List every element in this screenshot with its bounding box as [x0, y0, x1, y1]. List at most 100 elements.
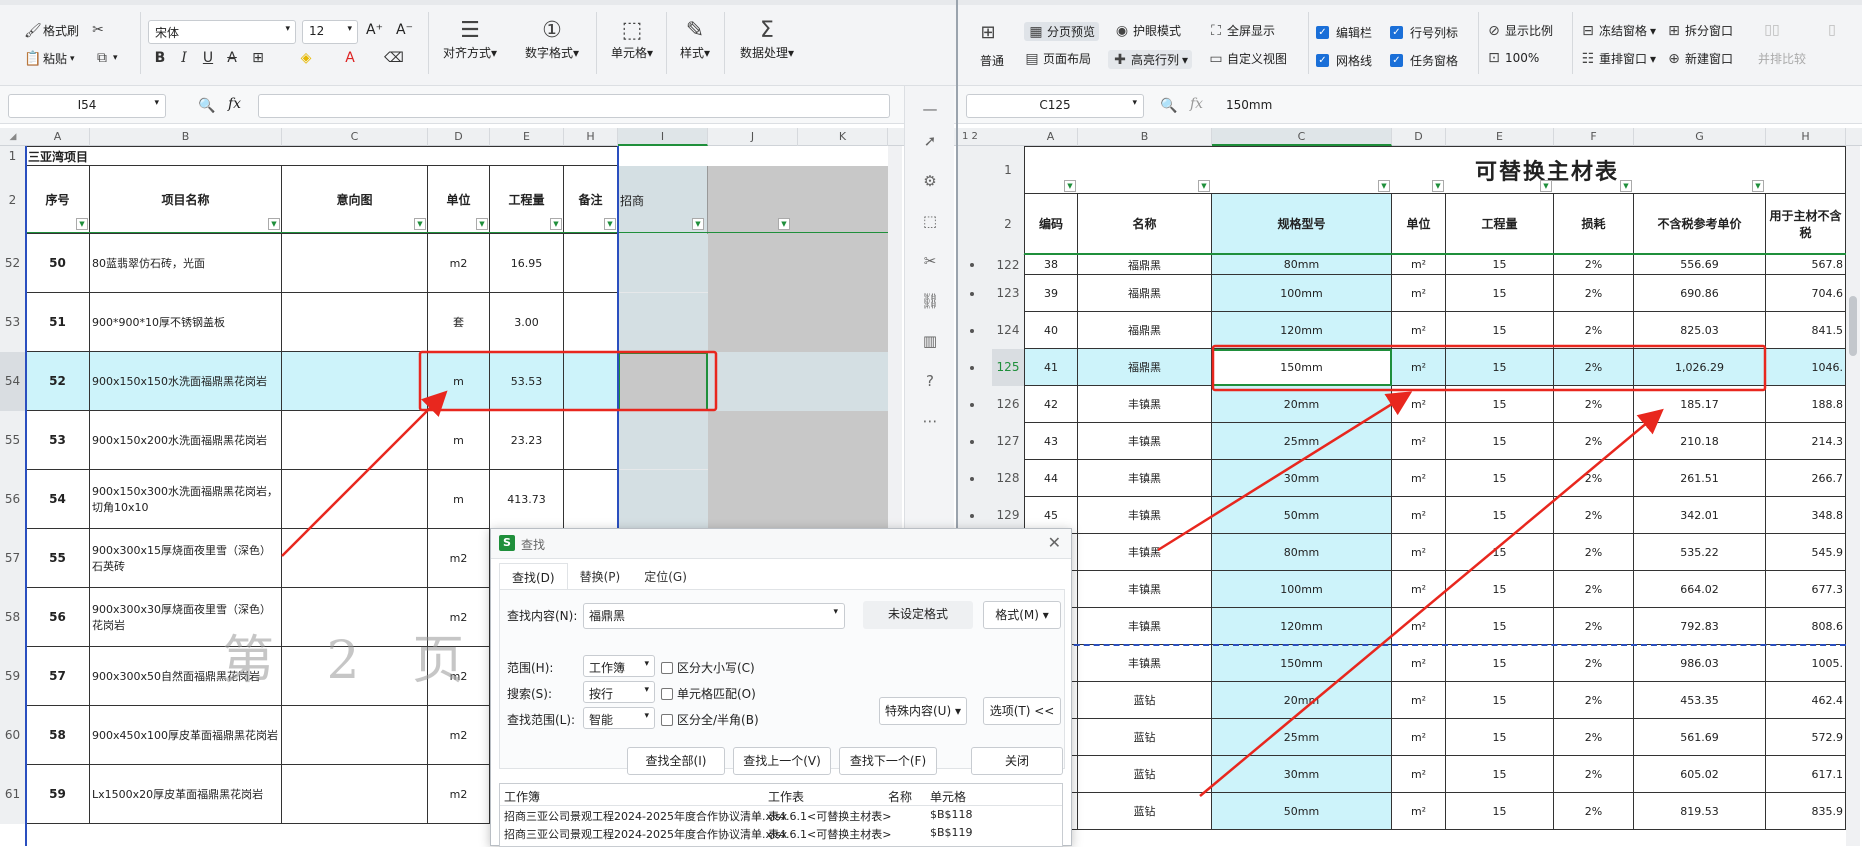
column-header[interactable]: B [90, 128, 282, 146]
cell-spec[interactable]: 120mm [1212, 312, 1392, 349]
filter-dropdown-icon[interactable]: ▼ [1620, 180, 1632, 192]
rearrange-button[interactable]: ☷ 重排窗口 ▾ [1580, 50, 1656, 67]
number-format-button[interactable]: ① 数字格式▾ [516, 18, 588, 61]
fullscreen-button[interactable]: ⛶ 全屏显示 [1208, 22, 1275, 39]
column-header[interactable]: A [1024, 128, 1078, 146]
filter-dropdown-icon[interactable]: ▼ [604, 218, 616, 230]
new-window-button[interactable]: ⊕ 新建窗口 [1666, 50, 1733, 67]
fx-icon[interactable]: fx [228, 96, 241, 112]
strikethrough-button[interactable]: A [222, 50, 242, 66]
scope-select[interactable]: 工作簿 ▾ [583, 655, 655, 677]
find-dialog[interactable]: S 查找 ✕ 查找(D) 替换(P) 定位(G) 查找内容(N): 福鼎黑 ▾ 未设定… [490, 528, 1072, 847]
cell-spec[interactable]: 150mm [1212, 349, 1392, 386]
filter-dropdown-icon[interactable]: ▼ [1540, 180, 1552, 192]
reset-icon[interactable]: ▯ [1824, 22, 1840, 38]
match-case-checkbox[interactable]: 区分大小写(C) [661, 659, 755, 676]
name-box[interactable]: C125 ▾ [966, 94, 1144, 118]
cut-button[interactable]: ✂ [90, 22, 106, 38]
cell-spec[interactable]: 30mm [1212, 460, 1392, 497]
tab-2[interactable]: 定位(G) [632, 563, 699, 589]
results-list[interactable]: 工作簿 工作表 名称 单元格 招商三亚公司景观工程2024-2025年度合作协议清单.… [499, 783, 1063, 847]
column-header[interactable]: J [708, 128, 798, 146]
column-header[interactable]: D [1392, 128, 1446, 146]
font-size-select[interactable]: 12 ▾ [302, 20, 358, 44]
row-header[interactable]: 54 [0, 352, 26, 411]
eye-mode-button[interactable]: ◉ 护眼模式 [1114, 22, 1181, 39]
filter-dropdown-icon[interactable]: ▼ [1378, 180, 1390, 192]
filter-settings-icon[interactable]: ⚙ [920, 172, 940, 190]
filter-dropdown-icon[interactable]: ▼ [414, 218, 426, 230]
row-header[interactable]: 1 [992, 146, 1024, 194]
special-button[interactable]: 特殊内容(U) ▾ [879, 697, 967, 725]
cell-spec[interactable]: 20mm [1212, 386, 1392, 423]
format-button[interactable]: 格式(M) ▾ [983, 601, 1061, 629]
search-select[interactable]: 按行 ▾ [583, 681, 655, 703]
row-header[interactable]: 2 [0, 166, 26, 234]
page-break-preview-button[interactable]: ▦ 分页预览 [1024, 22, 1100, 41]
dialog-close-icon[interactable]: ✕ [1048, 533, 1061, 552]
filter-dropdown-icon[interactable]: ▼ [778, 218, 790, 230]
cell-bid[interactable] [618, 411, 708, 470]
column-header[interactable]: E [490, 128, 564, 146]
filter-dropdown-icon[interactable]: ▼ [76, 218, 88, 230]
fx-icon[interactable]: fx [1190, 96, 1203, 112]
more-icon[interactable]: ⋯ [920, 412, 940, 430]
tools-icon[interactable]: ✂ [920, 252, 940, 270]
font-shrink-button[interactable]: A⁻ [396, 22, 413, 38]
column-header[interactable]: D [428, 128, 490, 146]
close-button[interactable]: 关闭 [971, 747, 1063, 775]
select-pointer-icon[interactable]: ➚ [920, 132, 940, 150]
cell-spec[interactable]: 100mm [1212, 571, 1392, 608]
formula-input[interactable] [258, 94, 890, 118]
cell-button[interactable]: ⬚ 单元格▾ [604, 18, 660, 61]
filter-dropdown-icon[interactable]: ▼ [1752, 180, 1764, 192]
column-header[interactable]: B [1078, 128, 1212, 146]
row-header[interactable]: 125 [992, 349, 1024, 386]
tab-1[interactable]: 替换(P) [568, 563, 633, 589]
right-scrollbar[interactable] [1846, 146, 1860, 846]
freeze-panes-button[interactable]: ⊟ 冻结窗格 ▾ [1580, 22, 1656, 39]
sync-scroll-icon[interactable]: ▯▯ [1764, 22, 1780, 38]
match-width-checkbox[interactable]: 区分全/半角(B) [661, 711, 759, 728]
zoom-100-button[interactable]: ⊡ 100% [1486, 50, 1539, 66]
column-header[interactable]: C [282, 128, 428, 146]
tab-0[interactable]: 查找(D) [499, 563, 568, 589]
column-header[interactable]: A [26, 128, 90, 146]
align-button[interactable]: ☰ 对齐方式▾ [438, 18, 502, 61]
row-header[interactable]: 59 [0, 647, 26, 706]
zoom-formula-icon[interactable]: 🔍 [198, 98, 215, 114]
filter-dropdown-icon[interactable]: ▼ [1198, 180, 1210, 192]
filter-dropdown-icon[interactable]: ▼ [476, 218, 488, 230]
column-header[interactable]: G [1634, 128, 1766, 146]
cell-spec[interactable]: 80mm [1212, 534, 1392, 571]
paste-button[interactable]: 📋 粘贴 ▾ [24, 50, 75, 67]
lookin-select[interactable]: 智能 ▾ [583, 707, 655, 729]
column-header[interactable]: E [1446, 128, 1554, 146]
find-input[interactable]: 福鼎黑 ▾ [583, 603, 845, 629]
select-all-corner[interactable]: ◢ [0, 128, 26, 146]
book-icon[interactable]: ▥ [920, 332, 940, 350]
minimize-icon[interactable]: — [920, 100, 940, 118]
split-window-button[interactable]: ⊞ 拆分窗口 [1666, 22, 1733, 39]
filter-dropdown-icon[interactable]: ▼ [1432, 180, 1444, 192]
row-header[interactable]: 58 [0, 588, 26, 647]
column-header[interactable]: I [618, 128, 708, 146]
cell-spec[interactable]: 50mm [1212, 497, 1392, 534]
column-header[interactable]: F [1554, 128, 1634, 146]
cell-bid[interactable] [618, 352, 708, 411]
compare-button[interactable]: 并排比较 [1758, 50, 1806, 67]
cell-spec[interactable]: 25mm [1212, 719, 1392, 756]
cell-spec[interactable]: 30mm [1212, 756, 1392, 793]
row-header[interactable]: 61 [0, 765, 26, 824]
cell-spec[interactable]: 150mm [1212, 645, 1392, 682]
dialog-titlebar[interactable]: S 查找 ✕ [491, 529, 1071, 559]
row-header[interactable]: 124 [992, 312, 1024, 349]
row-header[interactable]: 122 [992, 255, 1024, 275]
column-header[interactable]: H [564, 128, 618, 146]
left-scrollbar[interactable] [888, 146, 902, 530]
font-grow-button[interactable]: A⁺ [366, 22, 383, 38]
page-layout-button[interactable]: ▤ 页面布局 [1024, 50, 1091, 67]
row-header[interactable]: 128 [992, 460, 1024, 497]
column-header[interactable]: C [1212, 128, 1392, 146]
help-icon[interactable]: ? [920, 372, 940, 390]
